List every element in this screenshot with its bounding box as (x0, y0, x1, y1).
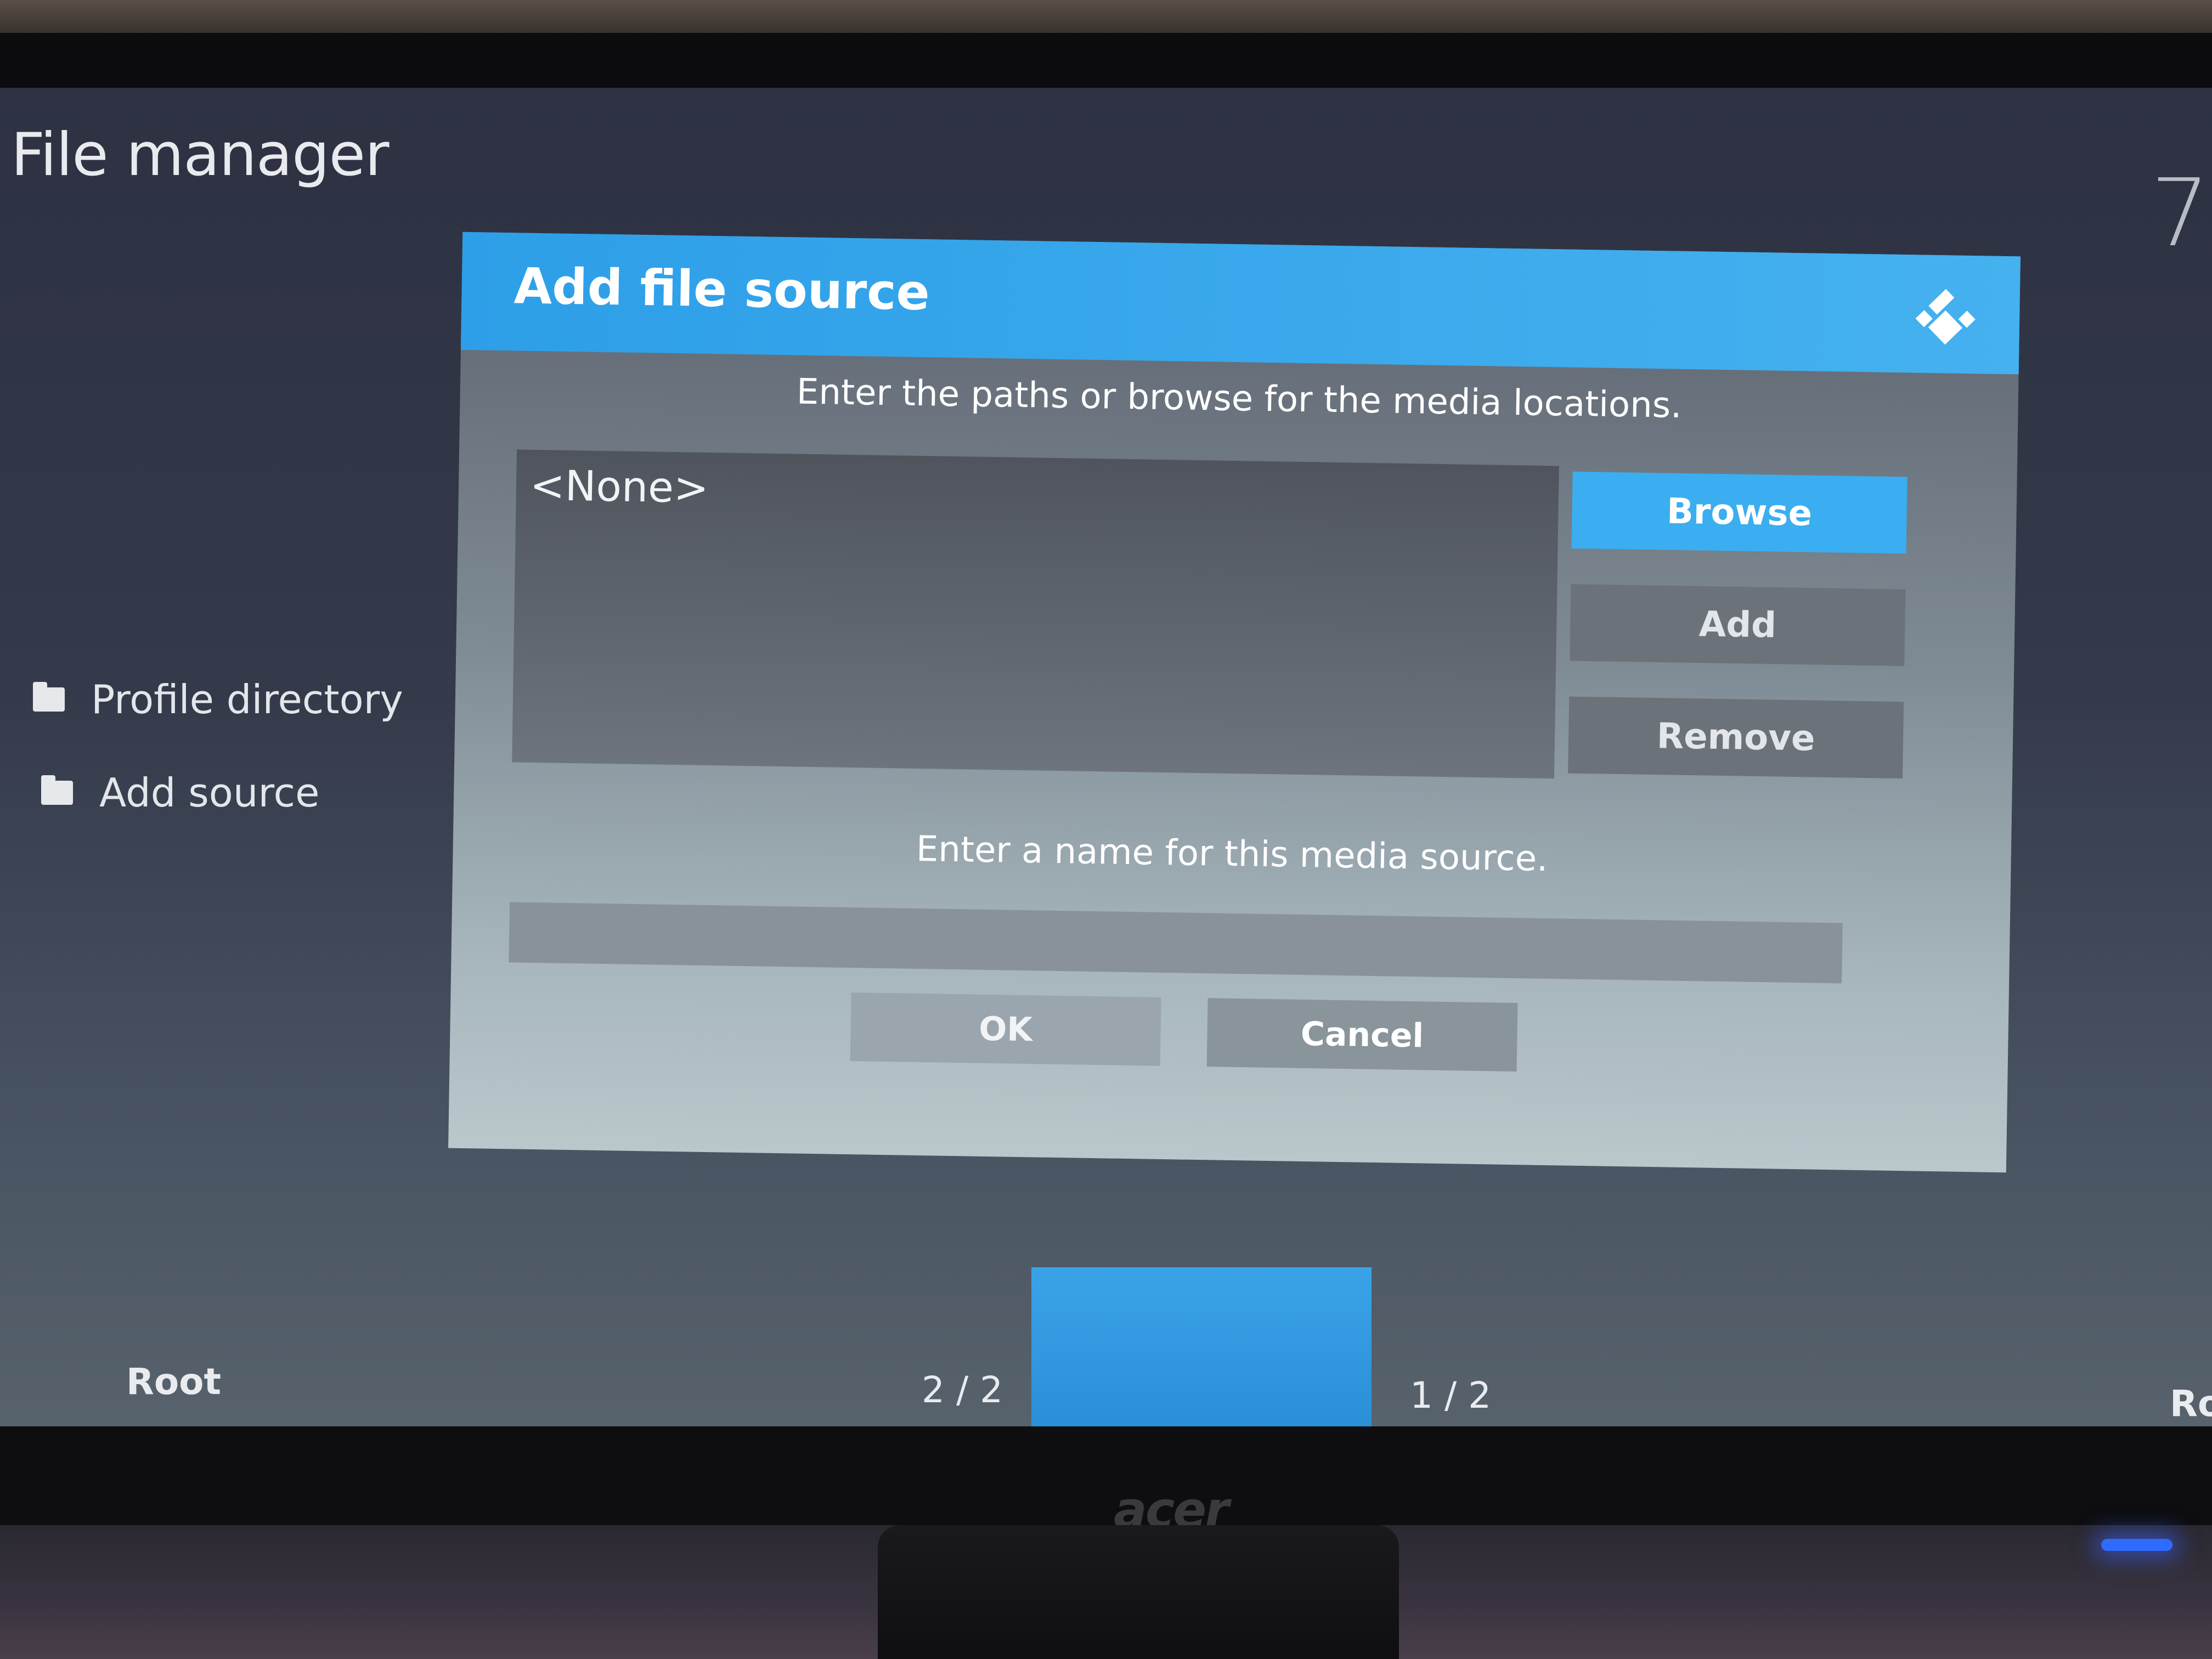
add-file-source-dialog: Add file source Enter the paths or brows… (448, 232, 2021, 1173)
browse-button[interactable]: Browse (1571, 471, 1908, 554)
cancel-button[interactable]: Cancel (1206, 998, 1518, 1072)
list-item-label: Profile directory (91, 676, 403, 723)
clock: 7: (2151, 159, 2212, 268)
focused-panel-stripe (1031, 1267, 1372, 1426)
footer-left-path: Root (126, 1361, 222, 1403)
kodi-logo-icon (1915, 289, 1976, 345)
list-item-label: Add source (99, 770, 320, 816)
remove-button[interactable]: Remove (1568, 696, 1904, 779)
footer-right-path: Ro (2170, 1383, 2212, 1425)
name-prompt: Enter a name for this media source. (916, 828, 1548, 880)
dialog-header: Add file source (460, 232, 2021, 375)
path-list[interactable]: <None> (512, 449, 1559, 779)
ok-button[interactable]: OK (850, 992, 1161, 1066)
source-name-input[interactable] (509, 902, 1843, 984)
path-list-item[interactable]: <None> (529, 461, 709, 512)
dialog-title: Add file source (513, 257, 930, 322)
folder-icon (33, 682, 65, 712)
power-led (2101, 1539, 2172, 1551)
monitor-stand (878, 1525, 1399, 1659)
footer-left-count: 2 / 2 (922, 1369, 1003, 1411)
source-list: Profile directory Add source (33, 653, 403, 839)
monitor-chin (0, 1426, 2212, 1525)
footer-right-count: 1 / 2 (1410, 1374, 1492, 1417)
list-item-profile-directory[interactable]: Profile directory (33, 653, 403, 746)
add-button[interactable]: Add (1570, 584, 1906, 667)
paths-prompt: Enter the paths or browse for the media … (796, 371, 1682, 426)
folder-icon (41, 775, 73, 805)
app-title: File manager (11, 121, 389, 189)
list-item-add-source[interactable]: Add source (41, 746, 403, 839)
